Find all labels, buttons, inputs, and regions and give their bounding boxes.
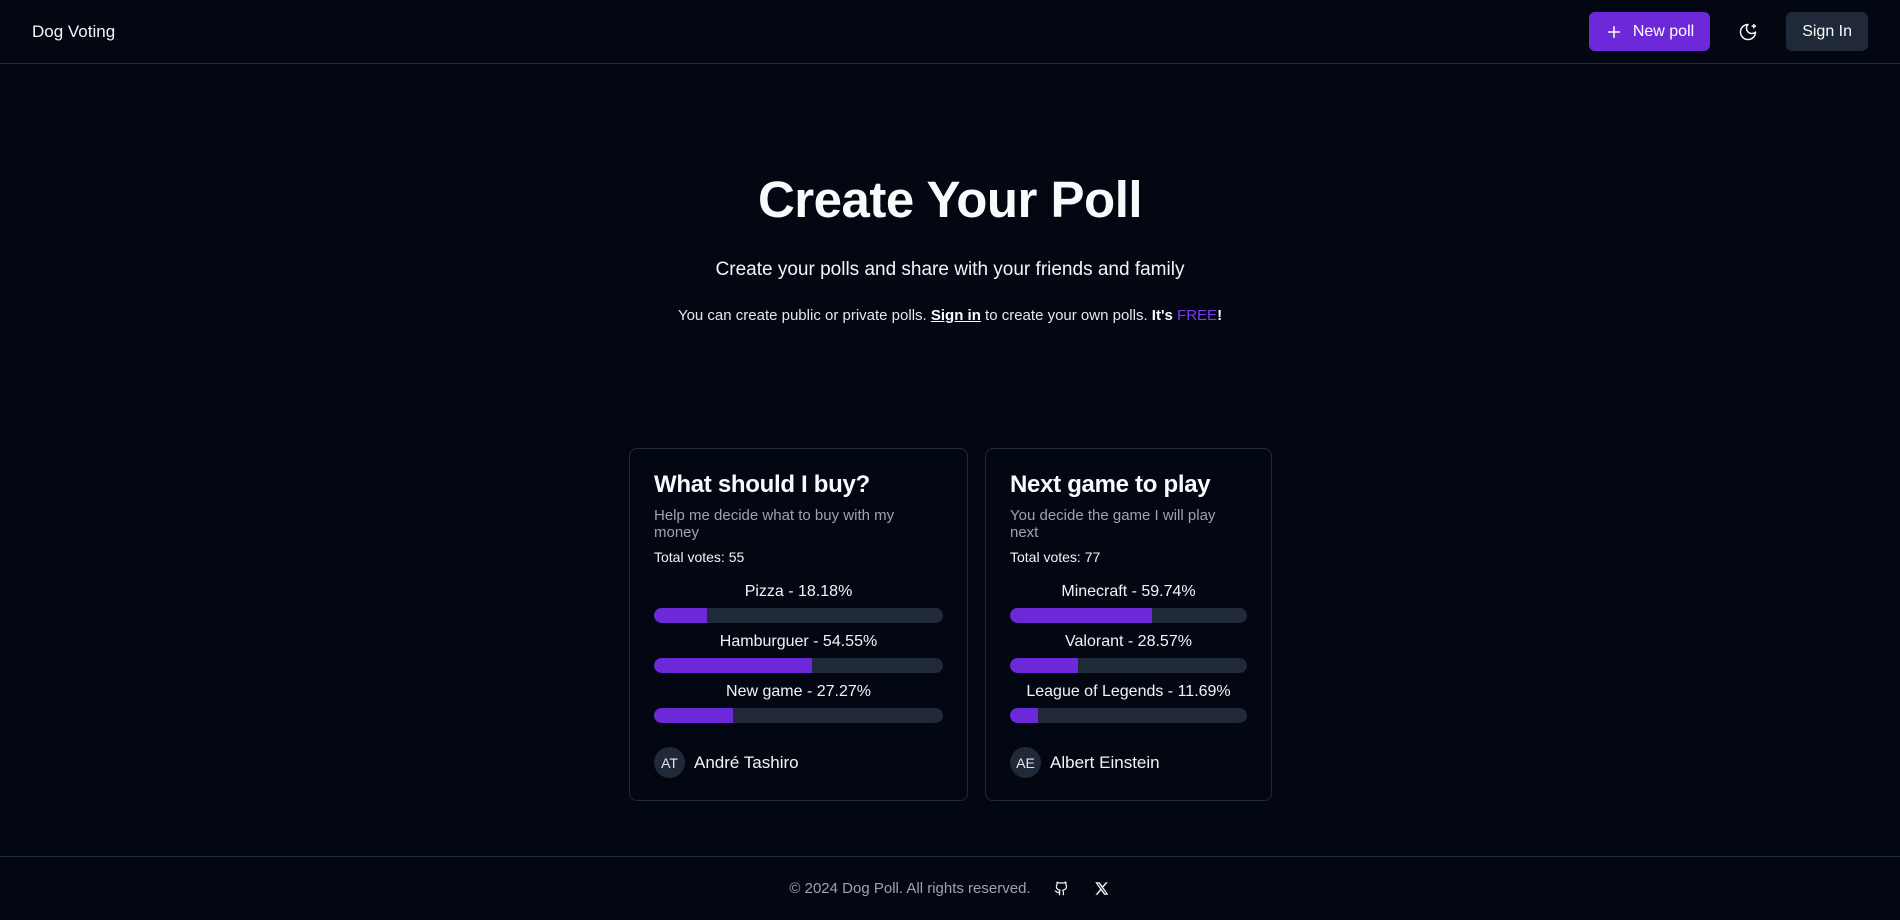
option-label: Minecraft - 59.74%: [1061, 583, 1196, 600]
page-footer: © 2024 Dog Poll. All rights reserved.: [0, 856, 1900, 920]
poll-card[interactable]: What should I buy? Help me decide what t…: [629, 448, 968, 801]
option-label: Hamburguer - 54.55%: [719, 633, 878, 650]
page-title: Create Your Poll: [757, 171, 1143, 228]
note-prefix: You can create public or private polls.: [677, 307, 931, 324]
poll-options: Pizza - 18.18% Hamburguer - 54.55% New g…: [654, 583, 943, 723]
note-its: It's: [1151, 307, 1178, 324]
poll-description: You decide the game I will play next: [1010, 507, 1216, 541]
hero-note: You can create public or private polls. …: [0, 307, 1900, 324]
poll-author: AE Albert Einstein: [1010, 747, 1247, 778]
hero-section: Create Your Poll Create your polls and s…: [0, 170, 1900, 324]
poll-title: What should I buy?: [654, 471, 870, 498]
avatar: AT: [654, 747, 685, 778]
poll-option[interactable]: Hamburguer - 54.55%: [654, 633, 943, 673]
option-label: Pizza - 18.18%: [744, 583, 853, 600]
total-votes: Total votes: 55: [654, 549, 745, 565]
progress-fill: [654, 608, 707, 623]
poll-option[interactable]: New game - 27.27%: [654, 683, 943, 723]
poll-cards: What should I buy? Help me decide what t…: [629, 448, 1272, 801]
author-name: André Tashiro: [694, 752, 799, 772]
progress-bar: [1010, 658, 1247, 673]
poll-card[interactable]: Next game to play You decide the game I …: [985, 448, 1272, 801]
new-poll-button[interactable]: New poll: [1588, 12, 1711, 51]
progress-fill: [1010, 708, 1038, 723]
option-label: League of Legends - 11.69%: [1026, 683, 1231, 700]
x-link[interactable]: [1093, 880, 1111, 898]
progress-bar: [654, 608, 943, 623]
progress-fill: [654, 708, 733, 723]
github-link[interactable]: [1053, 880, 1071, 898]
poll-option[interactable]: League of Legends - 11.69%: [1010, 683, 1247, 723]
progress-bar: [654, 658, 943, 673]
copyright-text: © 2024 Dog Poll. All rights reserved.: [789, 880, 1031, 897]
sign-in-button[interactable]: Sign In: [1786, 12, 1868, 51]
progress-fill: [1010, 658, 1078, 673]
sign-in-link[interactable]: Sign in: [931, 307, 981, 324]
avatar: AE: [1010, 747, 1041, 778]
note-end: !: [1217, 307, 1223, 324]
poll-option[interactable]: Minecraft - 59.74%: [1010, 583, 1247, 623]
progress-bar: [654, 708, 943, 723]
theme-toggle-button[interactable]: [1734, 18, 1762, 46]
poll-author: AT André Tashiro: [654, 747, 943, 778]
hero-subtitle: Create your polls and share with your fr…: [715, 259, 1185, 280]
option-label: Valorant - 28.57%: [1065, 633, 1192, 650]
github-icon: [1054, 881, 1068, 896]
author-name: Albert Einstein: [1050, 752, 1160, 772]
total-votes: Total votes: 77: [1010, 549, 1101, 565]
progress-fill: [1010, 608, 1152, 623]
note-middle: to create your own polls.: [980, 307, 1152, 324]
progress-bar: [1010, 708, 1247, 723]
poll-option[interactable]: Pizza - 18.18%: [654, 583, 943, 623]
top-navbar: Dog Voting New poll Sign In: [0, 0, 1900, 64]
header-actions: New poll Sign In: [1588, 12, 1868, 51]
poll-description: Help me decide what to buy with my money: [654, 507, 895, 541]
poll-option[interactable]: Valorant - 28.57%: [1010, 633, 1247, 673]
poll-options: Minecraft - 59.74% Valorant - 28.57% Lea…: [1010, 583, 1247, 723]
plus-icon: [1607, 25, 1620, 38]
poll-title: Next game to play: [1010, 471, 1211, 498]
brand-title[interactable]: Dog Voting: [32, 22, 115, 42]
progress-bar: [1010, 608, 1247, 623]
progress-fill: [654, 658, 812, 673]
new-poll-label: New poll: [1632, 22, 1695, 40]
moon-icon: [1739, 23, 1757, 40]
free-highlight: FREE: [1177, 307, 1218, 324]
option-label: New game - 27.27%: [726, 683, 871, 700]
x-icon: [1095, 882, 1109, 895]
